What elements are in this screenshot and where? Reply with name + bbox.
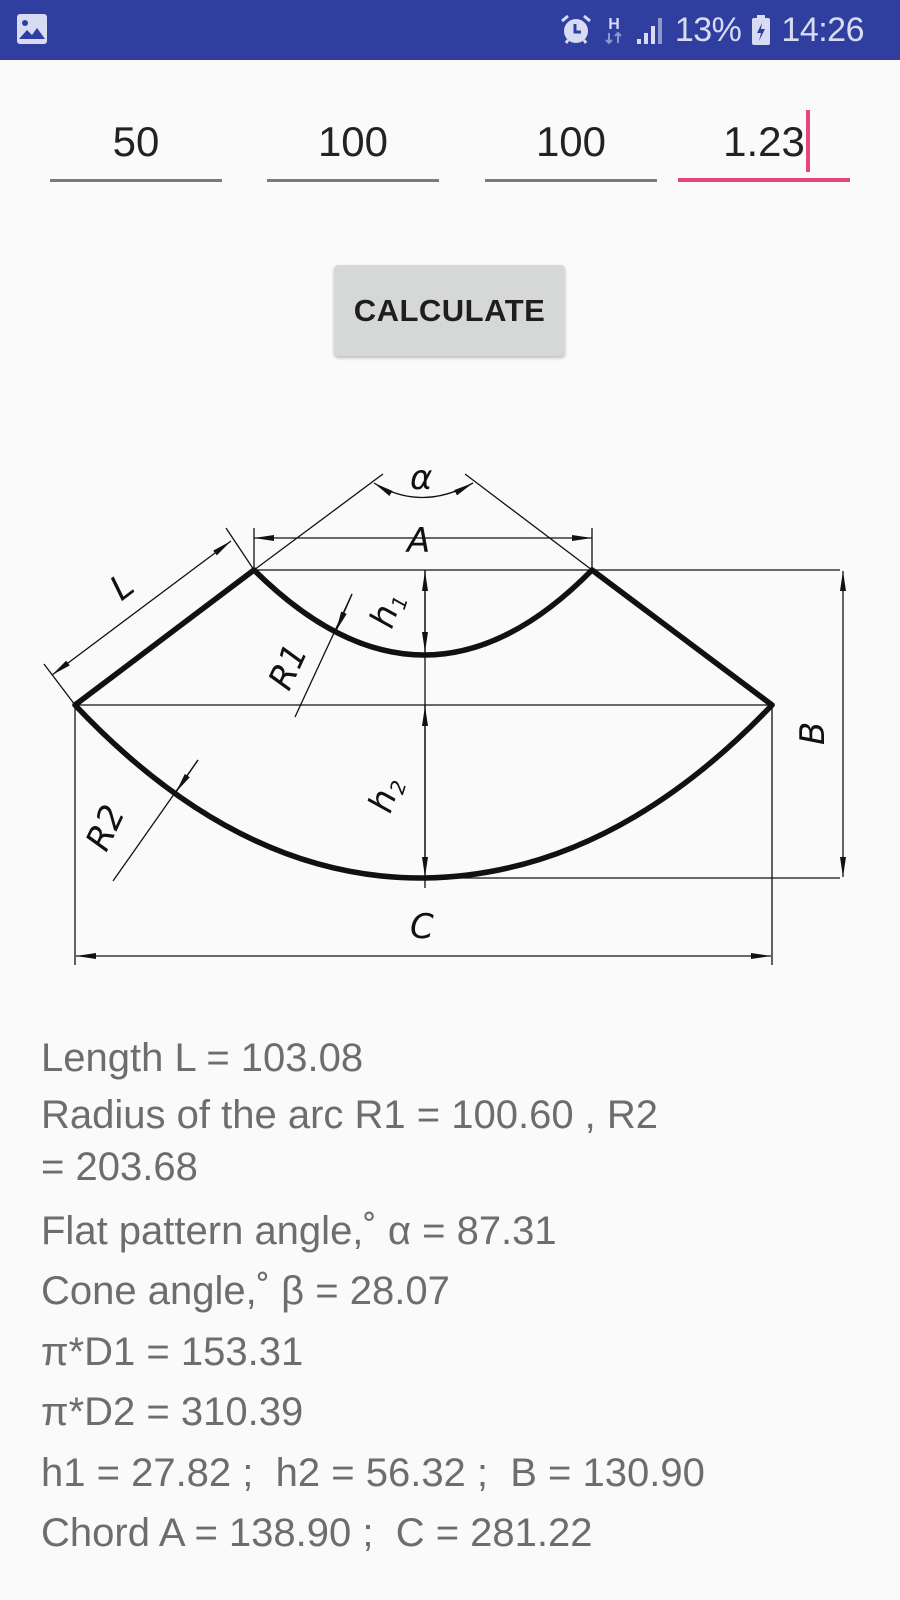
- result-heights: h1 = 27.82 ; h2 = 56.32 ; B = 130.90: [41, 1450, 705, 1495]
- alpha-ray-right: [464, 473, 593, 571]
- input-4[interactable]: [678, 110, 850, 174]
- battery-percent: 13%: [674, 10, 742, 49]
- label-a: A: [405, 521, 430, 561]
- alarm-icon: [560, 14, 591, 44]
- arc-r2: [72, 702, 775, 881]
- result-flat-angle: Flat pattern angle,˚ α = 87.31: [41, 1208, 557, 1253]
- arc-r1: [251, 567, 595, 658]
- input-3-underline: [485, 179, 657, 182]
- results-panel: Length L = 103.08 Radius of the arc R1 =…: [41, 1028, 881, 1564]
- input-field-2[interactable]: [267, 110, 439, 182]
- gallery-icon: [17, 14, 47, 44]
- result-pi-d2: π*D2 = 310.39: [41, 1390, 304, 1434]
- label-alpha: α: [410, 458, 432, 498]
- result-chords: Chord A = 138.90 ; C = 281.22: [41, 1511, 593, 1555]
- result-cone-angle: Cone angle,˚ β = 28.07: [41, 1269, 450, 1313]
- alpha-ray-left: [253, 473, 384, 571]
- input-field-3[interactable]: [485, 110, 657, 182]
- input-2[interactable]: [267, 110, 439, 174]
- input-2-underline: [267, 179, 439, 182]
- label-c: C: [410, 907, 434, 947]
- input-4-underline: [678, 178, 850, 182]
- label-b: B: [793, 722, 833, 745]
- side-right: [589, 567, 775, 708]
- input-field-4[interactable]: [678, 110, 850, 182]
- cone-flat-pattern-diagram: α A L h 1 R1 h 2 R2 B C: [43, 458, 846, 965]
- input-1-underline: [50, 179, 222, 182]
- r2-arrow: [175, 759, 199, 793]
- signal-icon: [636, 18, 662, 44]
- svg-text:H: H: [608, 16, 620, 33]
- result-pi-d1: π*D1 = 153.31: [41, 1329, 304, 1374]
- input-field-1[interactable]: [50, 110, 222, 182]
- clock: 14:26: [781, 10, 864, 49]
- status-bar: H 13% 14:26: [0, 0, 900, 60]
- result-radius: Radius of the arc R1 = 100.60 , R2 = 203…: [41, 1092, 659, 1189]
- label-r2: R2: [78, 799, 133, 857]
- input-1[interactable]: [50, 110, 222, 174]
- text-cursor: [806, 110, 810, 172]
- battery-charging-icon: [752, 15, 771, 45]
- result-length: Length L = 103.08: [41, 1036, 364, 1080]
- calculate-button[interactable]: CALCULATE: [334, 265, 565, 356]
- label-r1: R1: [261, 638, 316, 696]
- l-ext-top: [225, 527, 255, 571]
- label-l: L: [103, 565, 142, 608]
- hspa-data-icon: H: [605, 16, 622, 45]
- input-3[interactable]: [485, 110, 657, 174]
- r1-arrow: [335, 593, 353, 632]
